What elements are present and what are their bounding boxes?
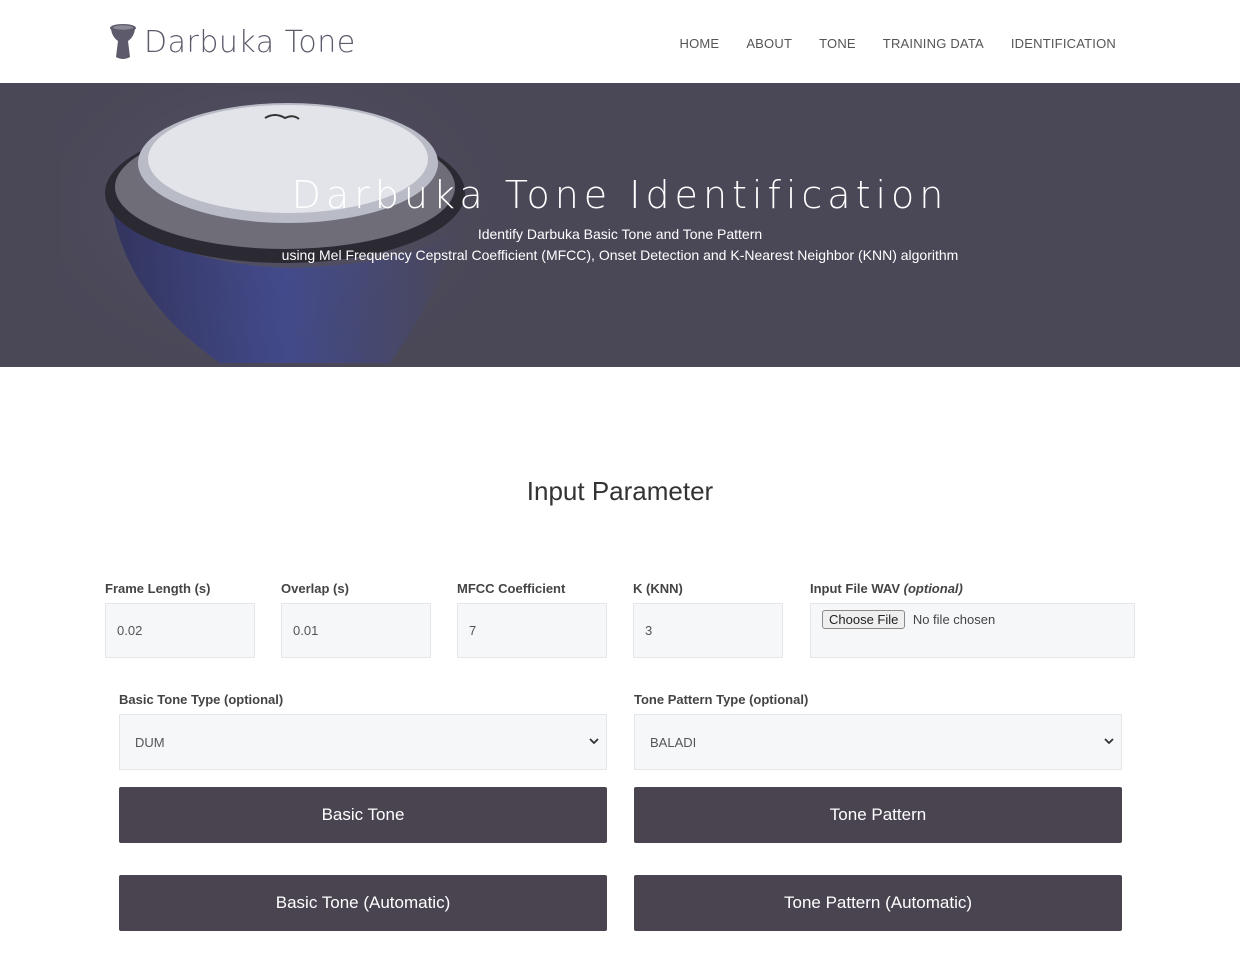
basic-tone-type-value: DUM <box>135 734 165 750</box>
input-file-label: Input File WAV (optional) <box>810 581 963 596</box>
section-title: Input Parameter <box>526 476 714 506</box>
nav-tone[interactable]: TONE <box>819 36 856 51</box>
nav-identification[interactable]: IDENTIFICATION <box>1011 36 1116 51</box>
file-input: Choose File No file chosen <box>810 603 1135 658</box>
frame-length-input[interactable]: 0.02 <box>105 603 255 658</box>
darbuka-drum-image <box>60 83 520 367</box>
main-nav: HOME ABOUT TONE TRAINING DATA IDENTIFICA… <box>653 36 1117 51</box>
hero-title: Darbuka Tone Identification <box>291 173 949 217</box>
nav-training-data[interactable]: TRAINING DATA <box>883 36 984 51</box>
hero-subtitle-line1: Identify Darbuka Basic Tone and Tone Pat… <box>477 226 763 242</box>
mfcc-coefficient-label: MFCC Coefficient <box>457 581 566 596</box>
basic-tone-button[interactable]: Basic Tone <box>119 787 607 843</box>
basic-tone-automatic-button[interactable]: Basic Tone (Automatic) <box>119 875 607 931</box>
tone-pattern-type-value: BALADI <box>650 734 697 750</box>
tone-pattern-button[interactable]: Tone Pattern <box>634 787 1122 843</box>
input-file-label-text: Input File WAV <box>810 581 901 596</box>
brand-logo[interactable]: Darbuka Tone <box>108 22 356 62</box>
tone-pattern-type-select[interactable]: BALADI <box>634 714 1122 770</box>
basic-tone-type-label: Basic Tone Type (optional) <box>119 692 284 707</box>
nav-about[interactable]: ABOUT <box>746 36 792 51</box>
chevron-down-icon <box>589 738 599 745</box>
basic-tone-type-select[interactable]: DUM <box>119 714 607 770</box>
hero-banner: Darbuka Tone Identification Identify Dar… <box>0 83 1240 367</box>
brand-name: Darbuka Tone <box>144 24 356 60</box>
frame-length-label: Frame Length (s) <box>105 581 211 596</box>
overlap-input[interactable]: 0.01 <box>281 603 431 658</box>
hero-subtitle-line2: using Mel Frequency Cepstral Coefficient… <box>281 247 959 263</box>
navbar: Darbuka Tone HOME ABOUT TONE TRAINING DA… <box>0 0 1240 83</box>
choose-file-button[interactable]: Choose File <box>822 610 906 629</box>
darbuka-icon <box>110 24 136 59</box>
nav-home[interactable]: HOME <box>680 36 720 51</box>
tone-pattern-type-label: Tone Pattern Type (optional) <box>634 692 809 707</box>
chevron-down-icon <box>1104 738 1114 745</box>
k-knn-input[interactable]: 3 <box>633 603 783 658</box>
mfcc-coefficient-input[interactable]: 7 <box>457 603 607 658</box>
tone-pattern-automatic-button[interactable]: Tone Pattern (Automatic) <box>634 875 1122 931</box>
k-knn-label: K (KNN) <box>633 581 683 596</box>
input-file-label-optional: (optional) <box>903 581 963 596</box>
file-status: No file chosen <box>912 612 996 627</box>
overlap-label: Overlap (s) <box>281 581 349 596</box>
